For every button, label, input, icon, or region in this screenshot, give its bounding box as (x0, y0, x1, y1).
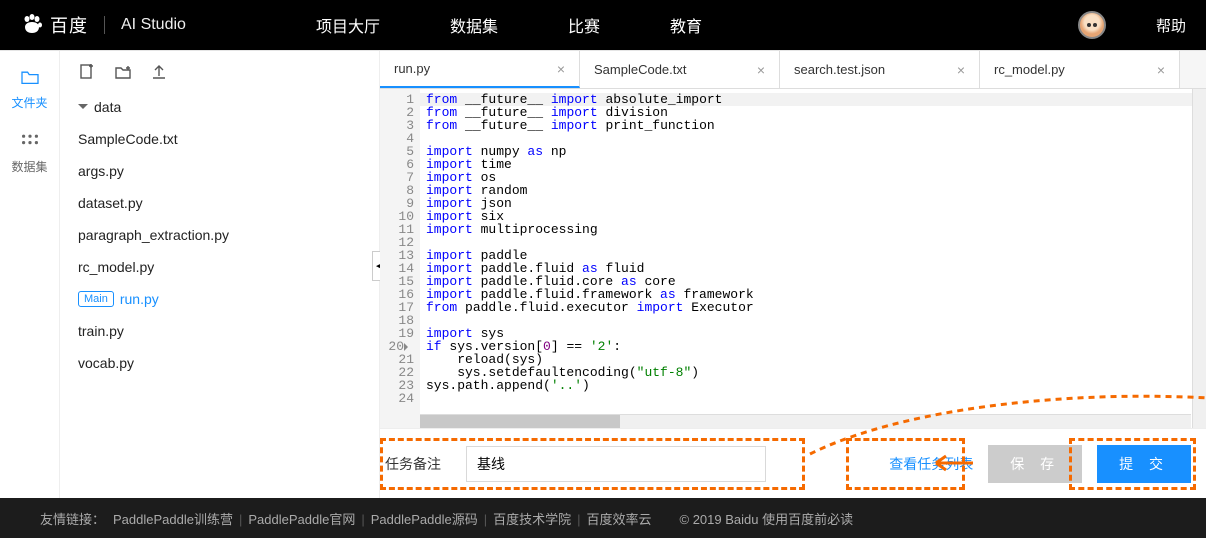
close-tab-icon[interactable]: × (957, 62, 965, 78)
help-link[interactable]: 帮助 (1156, 15, 1186, 36)
file-item[interactable]: vocab.py (60, 347, 379, 379)
studio-text: AI Studio (121, 16, 186, 34)
file-item[interactable]: train.py (60, 315, 379, 347)
editor-tabs: run.py×SampleCode.txt×search.test.json×r… (380, 51, 1206, 89)
line-gutter: 123456789101112131415161718192021222324 (380, 89, 420, 428)
code-content[interactable]: from __future__ import absolute_importfr… (420, 89, 1206, 428)
file-run-py[interactable]: Main run.py (60, 283, 379, 315)
scrollbar-thumb[interactable] (420, 415, 620, 428)
rail-datasets[interactable]: 数据集 (0, 133, 59, 175)
logo[interactable]: 百度 AI Studio (20, 12, 186, 38)
submit-button[interactable]: 提 交 (1097, 445, 1191, 483)
editor-tab[interactable]: SampleCode.txt× (580, 51, 780, 88)
nav-education[interactable]: 教育 (670, 13, 702, 37)
file-item[interactable]: dataset.py (60, 187, 379, 219)
top-nav: 项目大厅 数据集 比赛 教育 (316, 13, 702, 37)
rail-files[interactable]: 文件夹 (0, 69, 59, 111)
explorer-toolbar (60, 63, 379, 91)
footer-link[interactable]: 百度技术学院 (493, 512, 571, 527)
close-tab-icon[interactable]: × (1157, 62, 1165, 78)
new-folder-icon[interactable] (114, 63, 132, 81)
footer-link[interactable]: PaddlePaddle源码 (371, 512, 478, 527)
folder-data[interactable]: data (60, 91, 379, 123)
close-tab-icon[interactable]: × (757, 62, 765, 78)
nav-datasets[interactable]: 数据集 (450, 13, 498, 37)
footer-copyright: © 2019 Baidu 使用百度前必读 (680, 509, 854, 528)
footer: 友情链接： PaddlePaddle训练营|PaddlePaddle官网|Pad… (0, 498, 1206, 538)
file-item[interactable]: args.py (60, 155, 379, 187)
editor-tab[interactable]: search.test.json× (780, 51, 980, 88)
footer-link[interactable]: PaddlePaddle官网 (248, 512, 355, 527)
file-item[interactable]: rc_model.py (60, 251, 379, 283)
main-badge: Main (78, 291, 114, 307)
editor-tab[interactable]: run.py× (380, 51, 580, 88)
new-file-icon[interactable] (78, 63, 96, 81)
left-rail: 文件夹 数据集 (0, 51, 60, 498)
footer-link[interactable]: PaddlePaddle训练营 (113, 512, 233, 527)
editor-area: ◄ run.py×SampleCode.txt×search.test.json… (380, 51, 1206, 498)
file-item[interactable]: SampleCode.txt (60, 123, 379, 155)
avatar[interactable] (1078, 11, 1106, 39)
editor-tab[interactable]: rc_model.py× (980, 51, 1180, 88)
paw-icon (20, 13, 44, 37)
close-tab-icon[interactable]: × (557, 61, 565, 77)
grid-icon (20, 133, 40, 149)
footer-link[interactable]: 百度效率云 (587, 512, 652, 527)
footer-prefix: 友情链接： (40, 509, 105, 528)
save-button[interactable]: 保 存 (988, 445, 1082, 483)
file-item[interactable]: paragraph_extraction.py (60, 219, 379, 251)
nav-project-hall[interactable]: 项目大厅 (316, 13, 380, 37)
logo-divider (104, 16, 105, 34)
task-remark-label: 任务备注 (385, 454, 441, 474)
task-bar: 任务备注 查看任务列表 保 存 提 交 (380, 428, 1206, 498)
upload-icon[interactable] (150, 63, 168, 81)
task-remark-input[interactable] (466, 446, 766, 482)
code-editor[interactable]: 123456789101112131415161718192021222324 … (380, 89, 1206, 428)
nav-competition[interactable]: 比赛 (568, 13, 600, 37)
vertical-scrollbar[interactable] (1192, 89, 1206, 428)
logo-text: 百度 (50, 12, 88, 38)
view-task-list-link[interactable]: 查看任务列表 (889, 454, 973, 474)
top-header: 百度 AI Studio 项目大厅 数据集 比赛 教育 帮助 (0, 0, 1206, 50)
file-explorer: data SampleCode.txtargs.pydataset.pypara… (60, 51, 380, 498)
chevron-down-icon (78, 104, 88, 114)
folder-icon (20, 69, 40, 85)
horizontal-scrollbar[interactable] (420, 414, 1191, 428)
